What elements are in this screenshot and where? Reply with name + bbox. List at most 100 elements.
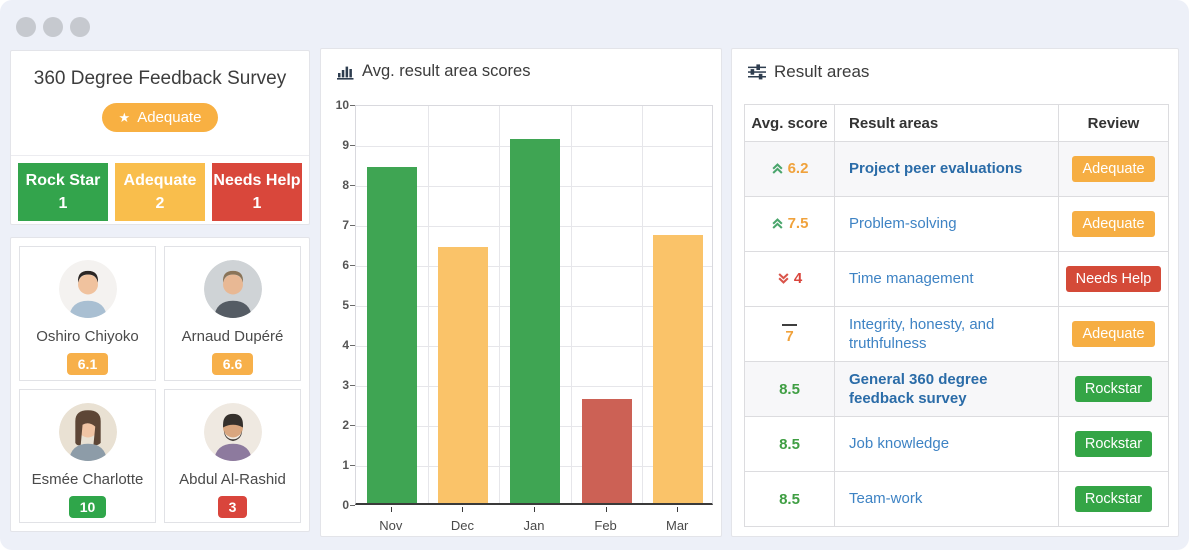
result-area-link[interactable]: Job knowledge	[849, 435, 949, 452]
bar-feb[interactable]	[581, 399, 632, 503]
y-tick-label: 9	[342, 138, 349, 152]
result-area-link[interactable]: Time management	[849, 270, 974, 287]
result-area-cell: Problem-solving	[834, 196, 1059, 252]
result-area-link[interactable]: Problem-solving	[849, 215, 957, 232]
y-tick-mark	[350, 305, 355, 306]
result-area-cell: General 360 degree feedback survey	[834, 361, 1059, 417]
stat-count: 1	[58, 195, 68, 212]
y-tick-mark	[350, 505, 355, 506]
member-card-arnaud-dup-r[interactable]: Arnaud Dupéré 6.6	[164, 246, 301, 381]
result-areas-card: Result areas Avg. score Result areas Rev…	[731, 48, 1179, 537]
bar-dec[interactable]	[438, 247, 489, 503]
review-cell: Adequate	[1058, 141, 1169, 197]
chart-header: Avg. result area scores	[337, 62, 530, 81]
x-tick-label: Nov	[379, 518, 403, 533]
avatar	[203, 260, 262, 318]
y-tick-mark	[350, 385, 355, 386]
review-badge-rockstar[interactable]: Rockstar	[1074, 376, 1153, 402]
avg-score-value: 6.2	[771, 160, 808, 177]
gridline-v	[499, 106, 501, 503]
result-area-cell: Project peer evaluations	[834, 141, 1059, 197]
header-review[interactable]: Review	[1058, 104, 1169, 142]
table-row-general-360-degree-feedback-survey[interactable]: 8.5 General 360 degree feedback survey Roc…	[744, 361, 1169, 417]
overall-review-badge[interactable]: ★ Adequate	[101, 103, 219, 132]
gridline-v	[570, 106, 572, 503]
review-badge-adequate[interactable]: Adequate	[1072, 156, 1155, 182]
review-badge-rockstar[interactable]: Rockstar	[1074, 486, 1153, 512]
avg-score-value: 7.5	[771, 214, 809, 232]
bar-nov[interactable]	[366, 167, 417, 503]
member-name: Arnaud Dupéré	[181, 328, 284, 345]
avg-score-value: 8.5	[779, 436, 800, 453]
y-tick-label: 4	[342, 338, 349, 352]
x-tick-label: Dec	[450, 518, 474, 533]
member-card-esm-e-charlotte[interactable]: Esmée Charlotte 10	[19, 388, 156, 523]
stat-label: Needs Help	[213, 171, 301, 189]
review-badge-rockstar[interactable]: Rockstar	[1074, 431, 1153, 457]
avg-score-cell: 7.5	[744, 196, 835, 252]
member-score-badge: 6.1	[66, 353, 109, 375]
score-number: 8.5	[779, 490, 800, 508]
y-tick-label: 1	[342, 458, 349, 472]
window-dot[interactable]	[43, 17, 63, 37]
member-name: Esmée Charlotte	[31, 470, 144, 488]
table-header-row: Avg. score Result areas Review	[744, 104, 1169, 142]
table-row-team-work[interactable]: 8.5 Team-work Rockstar	[744, 471, 1169, 527]
table-row-problem-solving[interactable]: 7.5 Problem-solving Adequate	[744, 196, 1169, 252]
result-area-link[interactable]: Project peer evaluations	[849, 160, 1022, 177]
member-score-badge: 10	[68, 495, 107, 518]
result-areas-table: Avg. score Result areas Review 6.2 Projec…	[744, 104, 1169, 527]
header-avg-score[interactable]: Avg. score	[744, 104, 835, 142]
x-tick-label: Feb	[594, 518, 617, 533]
bar-mar[interactable]	[653, 235, 704, 503]
result-areas-title: Result areas	[774, 62, 870, 81]
review-badge-needs-help[interactable]: Needs Help	[1065, 266, 1162, 292]
score-number: 7.5	[787, 214, 809, 232]
score-number: 8.5	[779, 435, 800, 453]
result-area-link[interactable]: Team-work	[849, 490, 922, 507]
y-tick-mark	[350, 225, 355, 226]
stat-box-rock-star[interactable]: Rock Star 1	[18, 163, 108, 221]
table-row-integrity-honesty-and-truthfulness[interactable]: 7 Integrity, honesty, and truthfulness Ade…	[744, 306, 1169, 362]
review-badge-adequate[interactable]: Adequate	[1072, 321, 1155, 347]
table-row-job-knowledge[interactable]: 8.5 Job knowledge Rockstar	[744, 416, 1169, 472]
x-tick-mark	[390, 507, 392, 512]
result-areas-header: Result areas	[748, 62, 869, 82]
chart-title: Avg. result area scores	[362, 62, 531, 80]
gridline-v	[642, 106, 644, 503]
result-area-link[interactable]: Integrity, honesty, and truthfulness	[849, 316, 994, 353]
stat-box-needs-help[interactable]: Needs Help 1	[212, 163, 302, 221]
bar-jan[interactable]	[510, 139, 560, 503]
survey-summary-card: 360 Degree Feedback Survey ★ Adequate Ro…	[10, 50, 310, 225]
avatar	[58, 402, 117, 461]
table-row-project-peer-evaluations[interactable]: 6.2 Project peer evaluations Adequate	[744, 141, 1169, 197]
review-badge-adequate[interactable]: Adequate	[1072, 211, 1155, 237]
y-tick-mark	[350, 345, 355, 346]
x-tick-mark	[677, 507, 679, 512]
chevron-double-up-icon	[772, 217, 783, 229]
avg-score-cell: 7	[744, 306, 835, 362]
y-tick-mark	[350, 105, 355, 106]
x-tick-mark	[605, 507, 607, 512]
result-area-link[interactable]: General 360 degree feedback survey	[849, 371, 987, 408]
stat-box-adequate[interactable]: Adequate 2	[115, 163, 205, 221]
window-dot[interactable]	[70, 17, 90, 37]
avatar	[203, 402, 262, 461]
review-cell: Adequate	[1058, 196, 1169, 252]
x-tick-label: Mar	[665, 518, 689, 533]
bar-chart-icon	[337, 66, 354, 80]
header-result-areas[interactable]: Result areas	[834, 104, 1059, 142]
table-row-time-management[interactable]: 4 Time management Needs Help	[744, 251, 1169, 307]
sliders-icon	[748, 64, 766, 80]
no-change-overline-score: 7	[782, 323, 797, 345]
y-tick-label: 2	[342, 418, 349, 432]
stat-label: Rock Star	[25, 171, 101, 189]
member-card-abdul-al-rashid[interactable]: Abdul Al-Rashid 3	[164, 388, 301, 523]
score-number: 4	[793, 269, 803, 287]
window-dot[interactable]	[16, 17, 36, 37]
avg-score-value: 8.5	[779, 491, 800, 508]
member-card-oshiro-chiyoko[interactable]: Oshiro Chiyoko 6.1	[19, 246, 156, 381]
avg-score-value: 8.5	[779, 381, 800, 398]
avg-score-value: 4	[777, 270, 802, 287]
stat-count: 1	[252, 195, 262, 212]
